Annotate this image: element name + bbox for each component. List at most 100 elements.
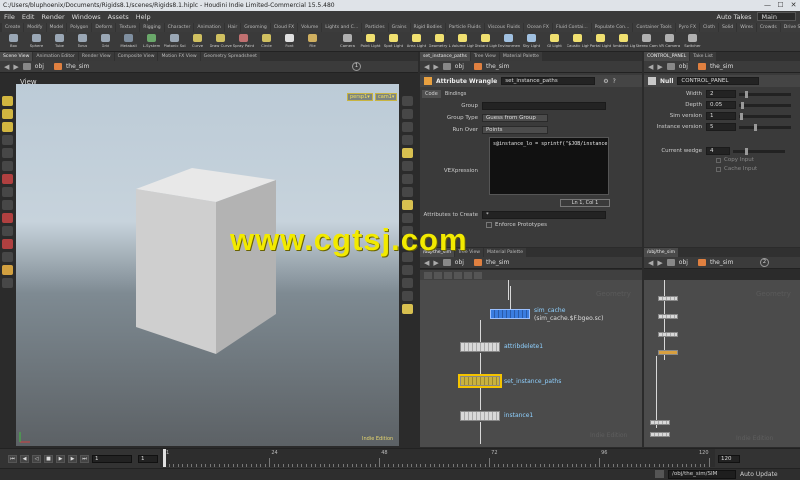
mini-node[interactable] [650,432,670,437]
pin-badge-2[interactable]: 2 [760,258,769,267]
tools-menu-icon[interactable] [464,271,472,279]
shelf-tool-tools_right-14[interactable]: VR Camera [659,32,680,52]
frame-field[interactable]: 1 [92,455,132,463]
shelf-tool-tools_left-0[interactable]: Box [3,32,24,52]
menu-windows[interactable]: Windows [72,13,101,21]
scene-tab-4[interactable]: Motion FX View [158,52,200,61]
control-param-field[interactable]: 5 [706,123,736,131]
control-param-slider[interactable] [739,112,791,120]
normal-display-icon[interactable] [402,187,413,197]
step-forward-button[interactable]: ▶ [68,455,77,463]
start-frame-field[interactable]: 1 [138,455,158,463]
copy-input-checkbox[interactable] [716,157,721,163]
end-frame-field[interactable]: 120 [718,455,740,463]
shelf-tab-24[interactable]: Cloth [699,23,718,32]
control-tab-0[interactable]: CONTROL_PANEL [644,52,690,61]
shelf-tab-25[interactable]: Solid [718,23,737,32]
shelf-tab-0[interactable]: Create [2,23,24,32]
small-path-node[interactable]: the_sim [710,259,733,266]
mini-node[interactable] [658,350,678,355]
shelf-tab-13[interactable]: Lights and C... [322,23,362,32]
shelf-tool-tools_left-12[interactable]: Font [279,32,300,52]
scene-tab-3[interactable]: Composite View [114,52,158,61]
net-path-obj[interactable]: obj [455,259,464,266]
node-sim-cache[interactable] [490,309,530,319]
back-arrow-icon[interactable]: ◀ [648,63,653,71]
light-icon[interactable] [402,148,413,158]
play-button[interactable]: ▶ [56,455,65,463]
shelf-tool-tools_right-8[interactable]: Sky Light [521,32,542,52]
node-name-field[interactable]: set_instance_paths [501,77,596,85]
shelf-tool-tools_right-10[interactable]: Caustic Light [567,32,589,52]
node-set-instance-paths[interactable] [458,374,502,388]
point-display-icon[interactable] [402,174,413,184]
rotate-tool-icon[interactable] [2,161,13,171]
persp-camera-button[interactable]: persp1▾ [347,93,373,101]
control-tab-1[interactable]: Take List [690,52,716,61]
path-obj[interactable]: obj [35,63,44,70]
shelf-tool-tools_right-7[interactable]: Environmen... [498,32,520,52]
lasso-tool-icon[interactable] [2,252,13,262]
status-path[interactable]: /obj/the_sim/SIM [668,470,736,479]
param-tab-2[interactable]: Material Palette [499,52,542,61]
shelf-tool-tools_right-1[interactable]: Point Light [360,32,381,52]
scene-tab-2[interactable]: Render View [78,52,114,61]
goto-start-button[interactable]: ⏮ [8,455,17,463]
minimize-button[interactable]: — [763,1,772,9]
shelf-tool-tools_left-1[interactable]: Sphere [26,32,47,52]
shelf-tab-18[interactable]: Viscous Fluids [484,23,524,32]
shelf-tab-6[interactable]: Rigging [140,23,164,32]
key-icon[interactable] [655,470,664,478]
shelf-tool-tools_left-7[interactable]: Platonic Sol... [164,32,186,52]
shelf-tab-28[interactable]: Drive Simula... [780,23,800,32]
render-tool-icon[interactable] [2,265,13,275]
bulb-icon[interactable] [402,200,413,210]
control-name-field[interactable]: CONTROL_PANEL [677,77,760,85]
go-menu-icon[interactable] [444,271,452,279]
shelf-tool-tools_right-15[interactable]: Switcher [682,32,703,52]
shelf-tool-tools_right-3[interactable]: Area Light [406,32,427,52]
back-arrow-icon[interactable]: ◀ [424,63,429,71]
shelf-tool-tools_left-9[interactable]: Draw Curve [210,32,232,52]
mini-node[interactable] [658,296,678,301]
shelf-tab-10[interactable]: Grooming [241,23,270,32]
node-instance1[interactable] [460,411,500,421]
edit-menu-icon[interactable] [434,271,442,279]
slider-knob[interactable] [745,147,749,155]
slider-knob[interactable] [744,90,748,98]
param-tab-1[interactable]: Tree View [470,52,499,61]
mini-node[interactable] [658,314,678,319]
forward-arrow-icon[interactable]: ▶ [13,63,18,71]
shelf-tool-tools_right-4[interactable]: Geometry L... [429,32,451,52]
magnet-tool-icon[interactable] [2,213,13,223]
pin-badge[interactable]: 1 [352,62,361,71]
attrs-create-field[interactable]: * [482,211,606,219]
grid-tool-icon[interactable] [2,226,13,236]
shelf-tab-1[interactable]: Modify [24,23,46,32]
add-menu-icon[interactable] [424,271,432,279]
shelf-tool-tools_right-0[interactable]: Camera [337,32,358,52]
back-arrow-icon[interactable]: ◀ [648,259,653,267]
shelf-tab-4[interactable]: Deform [92,23,116,32]
snapshot-icon[interactable] [402,304,413,314]
slider-knob[interactable] [753,123,757,131]
shelf-tab-3[interactable]: Polygon [67,23,92,32]
shelf-tool-tools_left-5[interactable]: Metaball [118,32,139,52]
wireframe-icon[interactable] [402,135,413,145]
menu-assets[interactable]: Assets [108,13,129,21]
group-type-menu[interactable]: Guess from Group [482,114,548,122]
group-field[interactable] [482,102,606,110]
tab-code[interactable]: Code [422,90,441,98]
small-network-tab-0[interactable]: /obj/the_sim [644,248,679,257]
path-node[interactable]: the_sim [710,63,733,70]
select-tool-icon[interactable] [2,96,13,106]
maximize-button[interactable]: ☐ [776,1,785,9]
shelf-tab-20[interactable]: Fluid Contai... [552,23,591,32]
auto-update-menu[interactable]: Auto Update [740,470,778,479]
handle-tool-icon[interactable] [2,187,13,197]
step-back-button[interactable]: ◀ [20,455,29,463]
layout-menu-icon[interactable] [474,271,482,279]
shelf-tool-tools_right-11[interactable]: Portal Light [590,32,611,52]
enforce-checkbox[interactable] [486,222,492,228]
pose-tool-icon[interactable] [2,135,13,145]
